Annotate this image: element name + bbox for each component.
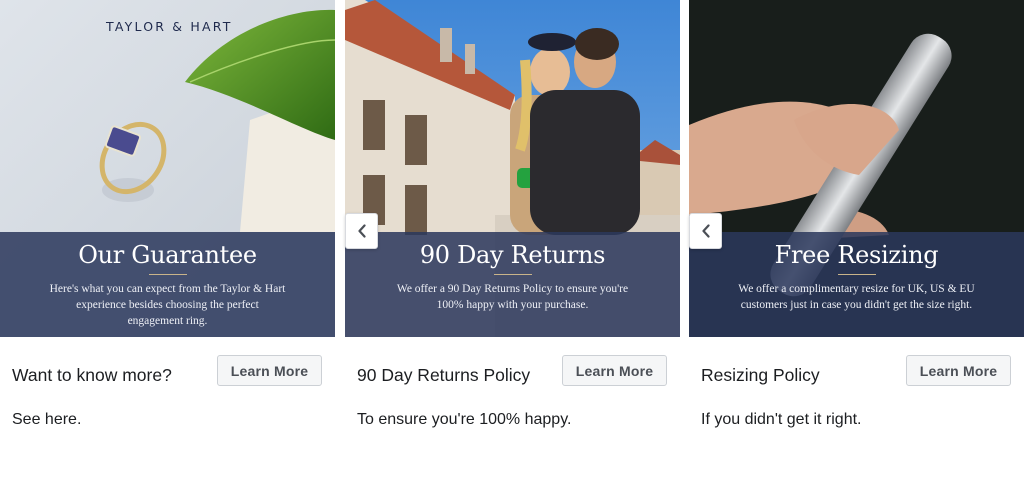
overlay-text: Here's what you can expect from the Tayl… [49, 283, 286, 327]
overlay-title: Our Guarantee [78, 241, 257, 269]
carousel-prev-button[interactable] [689, 213, 722, 249]
card-headline[interactable]: Resizing Policy [701, 365, 820, 386]
ad-carousel: TAYLOR & HART Our Guarantee Here's what … [0, 0, 1024, 482]
card-description[interactable]: To ensure you're 100% happy. [357, 411, 571, 429]
image-overlay: 90 Day Returns We offer a 90 Day Returns… [345, 232, 680, 337]
carousel-prev-button[interactable] [345, 213, 378, 249]
card-description[interactable]: See here. [12, 411, 81, 429]
overlay-divider [837, 274, 876, 275]
learn-more-button[interactable]: Learn More [217, 355, 322, 386]
brand-logo: TAYLOR & HART [106, 19, 233, 34]
card-headline[interactable]: Want to know more? [12, 365, 172, 386]
learn-more-button[interactable]: Learn More [562, 355, 667, 386]
chevron-left-icon [357, 224, 366, 238]
carousel-card-returns[interactable]: 90 Day Returns We offer a 90 Day Returns… [345, 0, 680, 482]
carousel-card-guarantee[interactable]: TAYLOR & HART Our Guarantee Here's what … [0, 0, 335, 482]
card-image[interactable]: 90 Day Returns We offer a 90 Day Returns… [345, 0, 680, 337]
overlay-divider [493, 274, 532, 275]
overlay-title: Free Resizing [774, 241, 939, 269]
carousel-card-resizing[interactable]: Free Resizing We offer a complimentary r… [689, 0, 1024, 482]
overlay-title: 90 Day Returns [419, 241, 606, 269]
card-image[interactable]: Free Resizing We offer a complimentary r… [689, 0, 1024, 337]
card-image[interactable]: TAYLOR & HART Our Guarantee Here's what … [0, 0, 335, 337]
card-description[interactable]: If you didn't get it right. [701, 411, 861, 429]
image-overlay: Free Resizing We offer a complimentary r… [689, 232, 1024, 337]
learn-more-button[interactable]: Learn More [906, 355, 1011, 386]
overlay-text: We offer a 90 Day Returns Policy to ensu… [396, 283, 629, 311]
overlay-text: We offer a complimentary resize for UK, … [738, 283, 975, 311]
image-overlay: Our Guarantee Here's what you can expect… [0, 232, 335, 337]
chevron-left-icon [701, 224, 710, 238]
overlay-divider [148, 274, 187, 275]
card-headline[interactable]: 90 Day Returns Policy [357, 365, 530, 386]
